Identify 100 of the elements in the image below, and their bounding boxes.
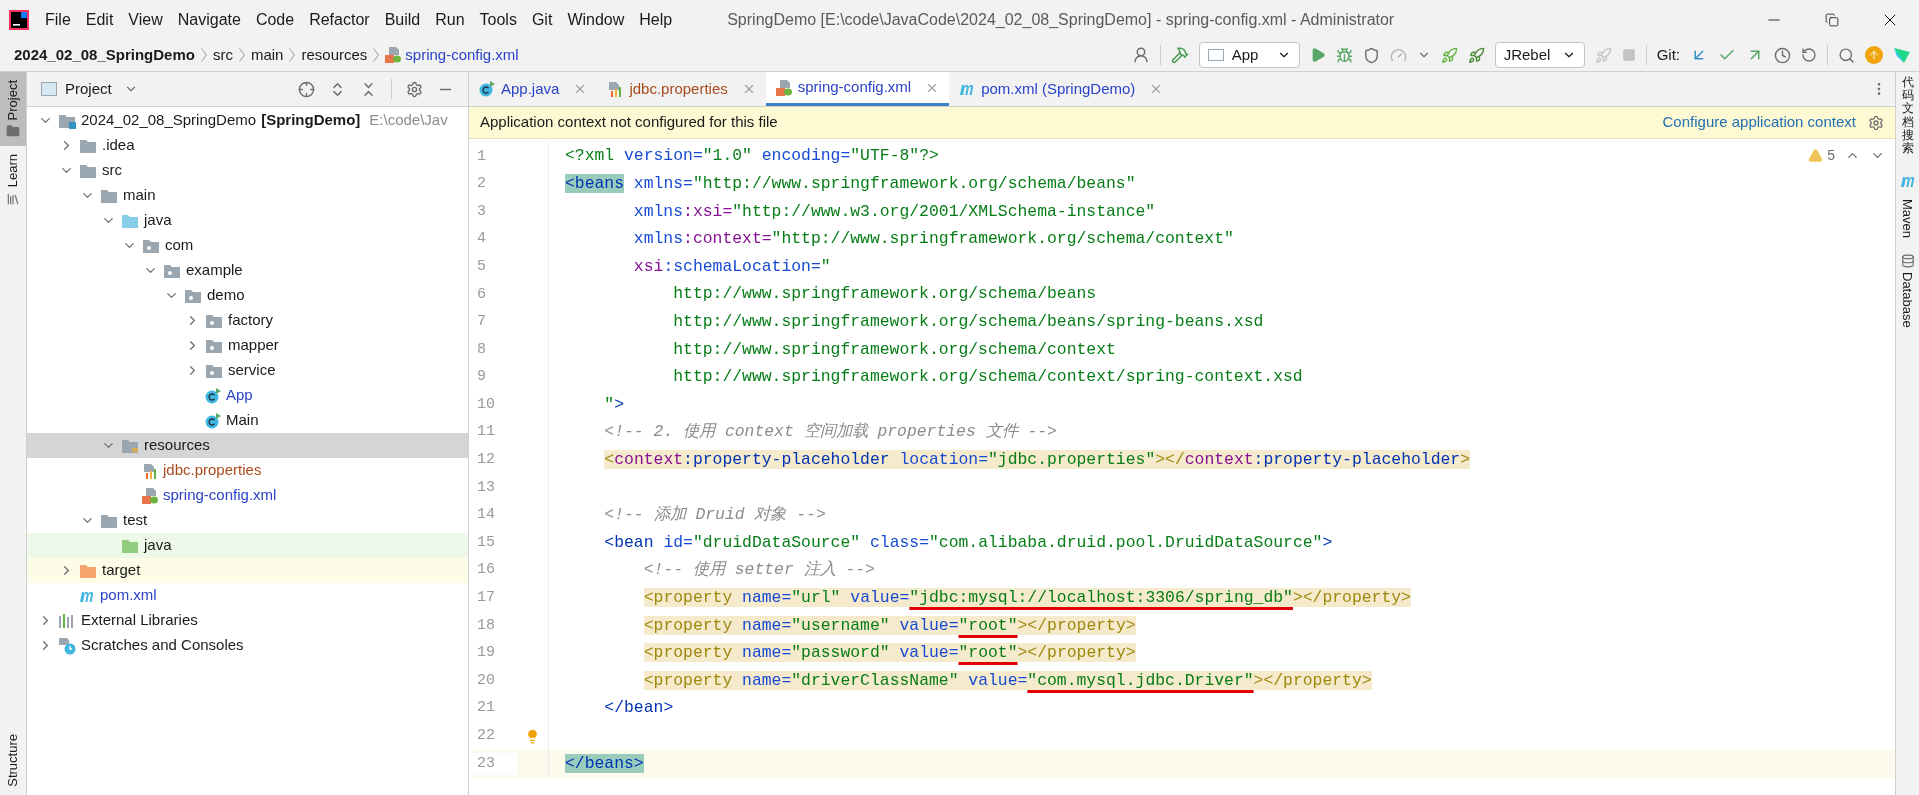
tree-item[interactable]: 2024_02_08_SpringDemo [SpringDemo] E:\code\Jav — [27, 108, 468, 133]
tool-window-tab[interactable]: Learn — [0, 146, 26, 214]
tool-window-tab[interactable]: Structure — [0, 726, 26, 795]
run-configuration-dropdown[interactable]: App — [1198, 42, 1300, 68]
warning-count[interactable]: 5 — [1827, 145, 1835, 166]
package-icon — [163, 262, 181, 279]
folder-icon — [79, 137, 97, 154]
tree-item[interactable]: java — [27, 208, 468, 233]
code-line: <bean id="druidDataSource" class="com.alibaba.druid.pool.DruidDataSource"> — [604, 532, 1333, 552]
tree-item[interactable]: External Libraries — [27, 608, 468, 633]
coverage-icon[interactable] — [1362, 46, 1380, 64]
project-path: E:\code\Jav — [369, 110, 448, 131]
class-icon — [205, 412, 221, 429]
tree-item[interactable]: .idea — [27, 133, 468, 158]
module-name: [SpringDemo] — [261, 110, 361, 131]
breadcrumb-item[interactable]: main — [250, 43, 284, 67]
menu-item[interactable]: View — [128, 7, 163, 32]
settings-icon[interactable] — [1868, 114, 1884, 131]
package-icon — [142, 237, 160, 254]
editor-tab[interactable]: pom.xml (SpringDemo) — [949, 72, 1174, 106]
configure-link[interactable]: Configure application context — [1662, 111, 1856, 134]
tree-item[interactable]: mapper — [27, 333, 468, 358]
tree-item-label: example — [186, 260, 243, 281]
tree-item[interactable]: spring-config.xml — [27, 483, 468, 508]
menu-item[interactable]: Run — [435, 7, 465, 32]
folder-icon — [100, 187, 118, 204]
tree-item[interactable]: java — [27, 533, 468, 558]
breadcrumb-item[interactable]: 2024_02_08_SpringDemo — [14, 43, 195, 67]
search-icon[interactable] — [1838, 46, 1855, 64]
user-icon[interactable] — [1131, 46, 1150, 64]
breadcrumb-item[interactable]: src — [212, 43, 233, 67]
rocket-icon — [1594, 46, 1612, 64]
tree-item[interactable]: example — [27, 258, 468, 283]
tree-item-label: Scratches and Consoles — [81, 635, 244, 656]
git-label: Git: — [1656, 44, 1680, 65]
tree-item[interactable]: com — [27, 233, 468, 258]
breadcrumb-separator-icon — [200, 48, 207, 62]
tool-window-tab[interactable]: 代码文档搜索 — [1901, 76, 1914, 156]
code-line: http://www.springframework.org/schema/context — [673, 339, 1116, 359]
code-line: xsi:schemaLocation=" — [633, 256, 831, 276]
code-line: http://www.springframework.org/schema/beans — [673, 284, 1097, 304]
class-icon — [479, 81, 495, 97]
tree-item[interactable]: Main — [27, 408, 468, 433]
tree-item[interactable]: target — [27, 558, 468, 583]
tree-item[interactable]: resources — [27, 433, 468, 458]
menu-item[interactable]: Window — [567, 7, 625, 32]
learn-icon — [6, 191, 20, 206]
breadcrumb-separator-icon — [373, 48, 380, 62]
editor-tab[interactable]: spring-config.xml — [765, 72, 950, 106]
tree-item-label: resources — [144, 435, 210, 456]
menu-item[interactable]: Tools — [479, 7, 517, 32]
settings-icon[interactable] — [406, 80, 423, 98]
menu-item[interactable]: Code — [255, 7, 295, 32]
tree-item-label: test — [123, 510, 148, 531]
excluded-folder-icon — [79, 562, 97, 579]
tool-window-tab[interactable]: Project — [0, 72, 26, 147]
tree-item[interactable]: main — [27, 183, 468, 208]
editor-tab[interactable]: App.java — [469, 72, 598, 106]
class-icon — [205, 387, 221, 404]
menu-item[interactable]: Git — [531, 7, 553, 32]
tree-item[interactable]: factory — [27, 308, 468, 333]
tree-item-label: target — [102, 560, 141, 581]
window-icon — [1207, 49, 1224, 61]
menu-item[interactable]: File — [45, 7, 71, 32]
menu-item[interactable]: Refactor — [309, 7, 370, 32]
debug-icon[interactable] — [1335, 46, 1353, 64]
restore-icon[interactable] — [1825, 12, 1839, 27]
code-line: <beans xmlns="http://www.springframework.org/schema/beans" — [565, 174, 1136, 194]
menu-item[interactable]: Build — [384, 7, 421, 32]
tool-window-tab[interactable]: Database — [1897, 272, 1918, 328]
tree-item[interactable]: test — [27, 508, 468, 533]
tree-item[interactable]: pom.xml — [27, 583, 468, 608]
maven-icon — [1899, 174, 1916, 189]
code-line: xmlns:context="http://www.springframework.org/schema/context" — [633, 229, 1234, 249]
panel-title[interactable]: Project — [65, 77, 112, 101]
tree-item[interactable]: service — [27, 358, 468, 383]
menu-item[interactable]: Edit — [85, 7, 114, 32]
editor-tab[interactable]: jdbc.properties — [597, 72, 766, 106]
libraries-icon — [58, 612, 76, 629]
stop-icon — [1621, 48, 1636, 62]
history-icon[interactable] — [1774, 46, 1791, 64]
menu-item[interactable]: Help — [639, 7, 673, 32]
spring-xml-file-icon — [775, 79, 792, 96]
tree-item[interactable]: src — [27, 158, 468, 183]
tree-item[interactable]: demo — [27, 283, 468, 308]
module-folder-icon — [58, 112, 76, 129]
breadcrumb-item[interactable]: spring-config.xml — [405, 43, 519, 67]
tree-item-label: mapper — [228, 335, 279, 356]
tree-item[interactable]: Scratches and Consoles — [27, 633, 468, 658]
rollback-icon[interactable] — [1801, 47, 1817, 63]
build-icon[interactable] — [1170, 46, 1189, 64]
tool-window-tab[interactable]: Maven — [1897, 199, 1918, 239]
tree-item-label: java — [144, 210, 172, 231]
menu-item[interactable]: Navigate — [177, 7, 241, 32]
jrebel-dropdown[interactable]: JRebel — [1494, 42, 1585, 68]
tree-item[interactable]: jdbc.properties — [27, 458, 468, 483]
breadcrumb-item[interactable]: resources — [301, 43, 368, 67]
jrebel-debug-icon[interactable] — [1467, 46, 1485, 64]
tree-item[interactable]: App — [27, 383, 468, 408]
locate-icon[interactable] — [298, 80, 315, 98]
